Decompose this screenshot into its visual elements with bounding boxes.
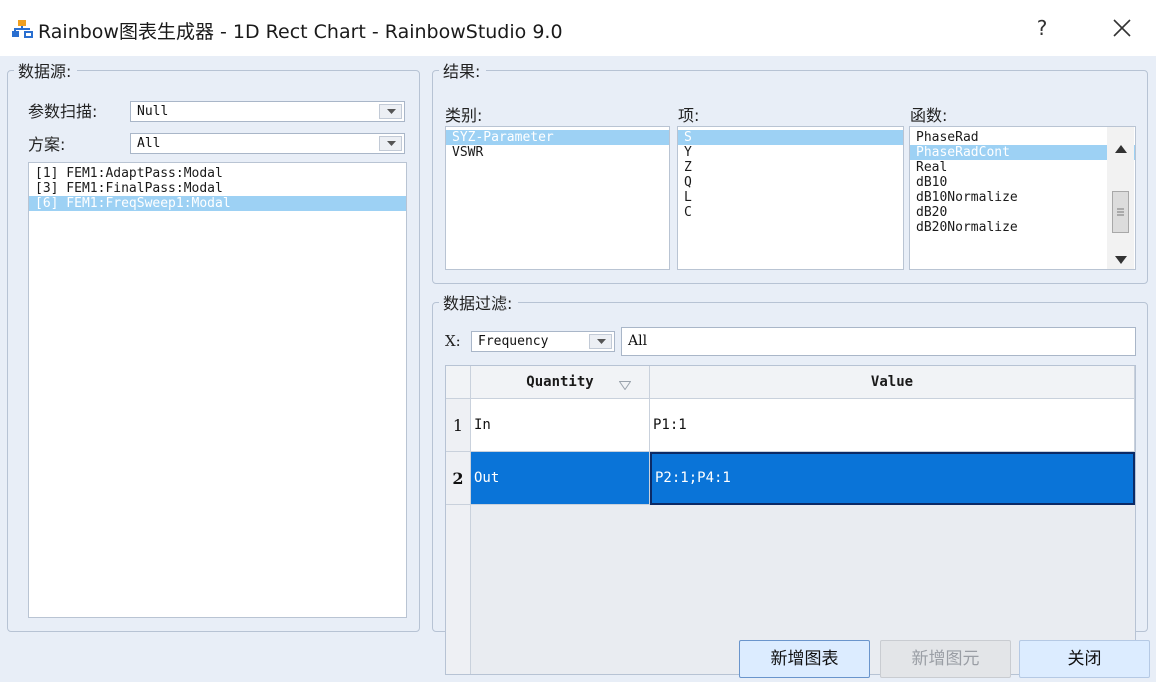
data-filter-legend: 数据过滤: [443, 294, 513, 313]
dialog-client-area: 数据源: 参数扫描: Null 方案: All [1] FEM1:AdaptPa… [0, 56, 1156, 682]
row-header-column-empty [446, 505, 471, 674]
sweep-label: 参数扫描: [28, 102, 98, 121]
list-item-function[interactable]: dB20 [910, 205, 1135, 220]
table-cell-quantity[interactable]: In [471, 399, 650, 452]
window-title: Rainbow图表生成器 - 1D Rect Chart - RainbowSt… [38, 21, 563, 43]
x-axis-label: X: [445, 332, 461, 350]
list-item-quantity-type[interactable]: Q [678, 175, 903, 190]
scheme-label: 方案: [28, 135, 66, 154]
category-list[interactable]: SYZ-Parameter VSWR [445, 126, 670, 270]
list-item-solution[interactable]: [1] FEM1:AdaptPass:Modal [29, 166, 406, 181]
list-item-function[interactable]: PhaseRad [910, 130, 1135, 145]
item-label: 项: [678, 106, 700, 125]
add-element-button[interactable]: 新增图元 [880, 640, 1011, 678]
column-header-value[interactable]: Value [650, 366, 1135, 399]
column-header-quantity[interactable]: Quantity [471, 366, 650, 399]
function-list[interactable]: PhaseRad PhaseRadCont Real dB10 dB10Normaliz… [909, 126, 1136, 270]
filter-table: Quantity Value 1 In P1:1 2 Out P2:1;P4:1 [445, 365, 1136, 675]
scheme-value: All [137, 136, 161, 151]
scroll-thumb[interactable] [1112, 191, 1129, 233]
x-filter-value: All [628, 333, 648, 349]
chevron-down-icon[interactable] [589, 334, 612, 349]
list-item-function[interactable]: dB10 [910, 175, 1135, 190]
close-window-icon[interactable] [1110, 16, 1134, 40]
item-list[interactable]: SYZQLC [677, 126, 904, 270]
network-app-icon [12, 20, 34, 38]
scroll-up-icon[interactable] [1115, 138, 1127, 153]
add-chart-button[interactable]: 新增图表 [739, 640, 870, 678]
list-item-quantity-type[interactable]: Y [678, 145, 903, 160]
function-label: 函数: [910, 106, 948, 125]
sweep-value: Null [137, 104, 169, 119]
row-index[interactable]: 2 [446, 452, 471, 505]
title-bar: Rainbow图表生成器 - 1D Rect Chart - RainbowSt… [0, 0, 1156, 56]
table-cell-value[interactable]: P1:1 [650, 399, 1135, 452]
list-item-category[interactable]: SYZ-Parameter [446, 130, 669, 145]
solutions-list[interactable]: [1] FEM1:AdaptPass:Modal [3] FEM1:FinalPa… [28, 162, 407, 618]
table-cell-quantity[interactable]: Out [471, 452, 650, 505]
list-item-solution[interactable]: [3] FEM1:FinalPass:Modal [29, 181, 406, 196]
list-item-quantity-type[interactable]: L [678, 190, 903, 205]
list-item-function[interactable]: PhaseRadCont [910, 145, 1135, 160]
sweep-dropdown[interactable]: Null [130, 101, 405, 122]
help-button[interactable]: ? [1030, 14, 1054, 42]
table-corner [446, 366, 471, 399]
table-cell-value[interactable]: P2:1;P4:1 [650, 452, 1135, 505]
close-button[interactable]: 关闭 [1019, 640, 1150, 678]
data-source-legend: 数据源: [18, 62, 72, 81]
result-legend: 结果: [443, 62, 481, 81]
list-item-function[interactable]: dB10Normalize [910, 190, 1135, 205]
chevron-down-icon[interactable] [379, 104, 402, 119]
x-filter-input[interactable]: All [621, 327, 1136, 356]
x-axis-dropdown[interactable]: Frequency [471, 331, 615, 352]
x-axis-value: Frequency [478, 334, 549, 349]
list-item-solution[interactable]: [6] FEM1:FreqSweep1:Modal [29, 196, 406, 211]
chevron-down-icon[interactable] [379, 136, 402, 151]
list-item-function[interactable]: Real [910, 160, 1135, 175]
scheme-dropdown[interactable]: All [130, 133, 405, 154]
list-item-quantity-type[interactable]: C [678, 205, 903, 220]
function-list-scrollbar[interactable] [1107, 127, 1134, 269]
list-item-quantity-type[interactable]: Z [678, 160, 903, 175]
list-item-function[interactable]: dB20Normalize [910, 220, 1135, 235]
list-item-quantity-type[interactable]: S [678, 130, 903, 145]
row-index[interactable]: 1 [446, 399, 471, 452]
scroll-down-icon[interactable] [1115, 249, 1127, 264]
category-label: 类别: [445, 106, 483, 125]
list-item-category[interactable]: VSWR [446, 145, 669, 160]
